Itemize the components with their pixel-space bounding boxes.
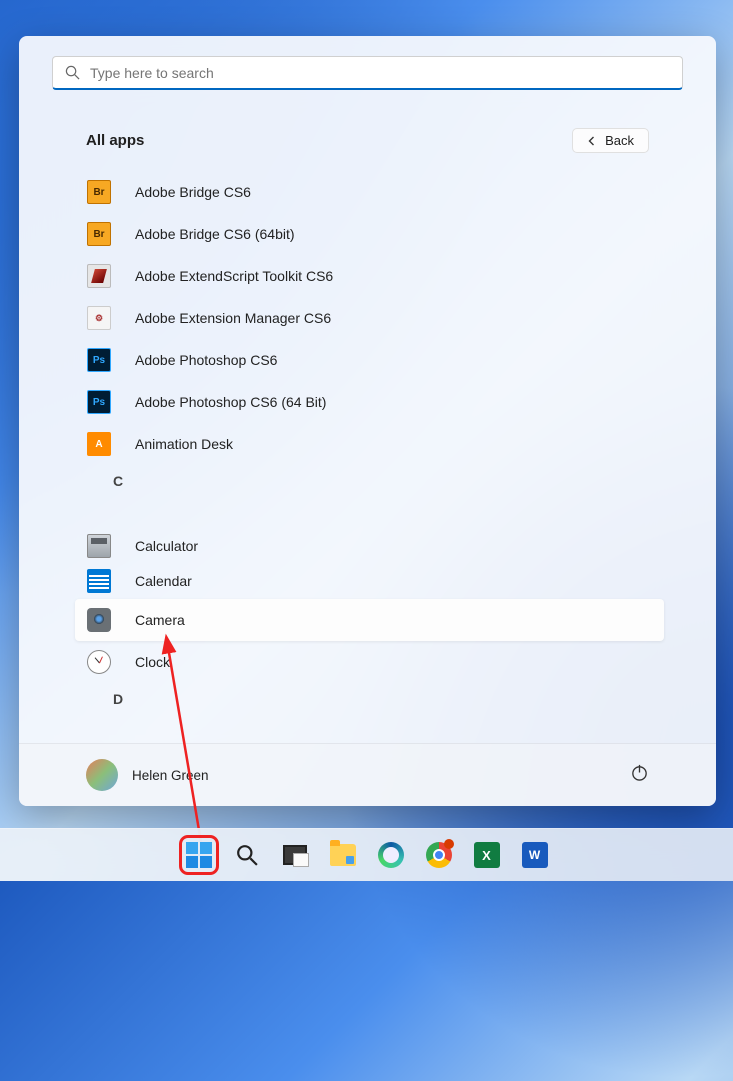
taskbar-edge-button[interactable] — [376, 840, 406, 870]
app-animation-desk[interactable]: A Animation Desk — [75, 423, 664, 465]
taskbar: X W — [0, 828, 733, 881]
chrome-icon — [426, 842, 452, 868]
task-view-icon — [283, 845, 307, 865]
search-container — [19, 36, 716, 90]
app-extendscript[interactable]: Adobe ExtendScript Toolkit CS6 — [75, 255, 664, 297]
windows-logo-icon — [186, 842, 212, 868]
adobe-bridge-icon: Br — [87, 180, 111, 204]
photoshop-icon: Ps — [87, 348, 111, 372]
app-adobe-bridge[interactable]: Br Adobe Bridge CS6 — [75, 171, 664, 213]
search-input[interactable] — [90, 65, 670, 81]
all-apps-title: All apps — [86, 132, 144, 149]
apps-list[interactable]: Br Adobe Bridge CS6 Br Adobe Bridge CS6 … — [19, 171, 716, 743]
back-button[interactable]: Back — [572, 128, 649, 153]
word-icon: W — [522, 842, 548, 868]
user-name-label: Helen Green — [132, 768, 209, 783]
all-apps-header: All apps Back — [19, 128, 716, 153]
camera-icon — [87, 608, 111, 632]
letter-separator-d[interactable]: D — [75, 683, 664, 715]
app-adobe-bridge-64[interactable]: Br Adobe Bridge CS6 (64bit) — [75, 213, 664, 255]
taskbar-start-button[interactable] — [184, 840, 214, 870]
extension-manager-icon: ⚙ — [87, 306, 111, 330]
app-extension-manager[interactable]: ⚙ Adobe Extension Manager CS6 — [75, 297, 664, 339]
start-footer: Helen Green — [19, 743, 716, 806]
calendar-icon — [87, 569, 111, 593]
adobe-bridge-icon: Br — [87, 222, 111, 246]
app-photoshop[interactable]: Ps Adobe Photoshop CS6 — [75, 339, 664, 381]
app-camera[interactable]: Camera — [75, 599, 664, 641]
start-menu-panel: All apps Back Br Adobe Bridge CS6 Br Ado… — [19, 36, 716, 806]
search-icon — [236, 844, 258, 866]
file-explorer-icon — [330, 844, 356, 866]
calculator-icon — [87, 534, 111, 558]
taskbar-task-view-button[interactable] — [280, 840, 310, 870]
extendscript-icon — [87, 264, 111, 288]
app-label: Adobe Photoshop CS6 (64 Bit) — [135, 394, 326, 410]
app-label: Camera — [135, 612, 185, 628]
user-account-button[interactable]: Helen Green — [86, 759, 209, 791]
search-box[interactable] — [52, 56, 683, 90]
avatar — [86, 759, 118, 791]
back-button-label: Back — [605, 133, 634, 148]
app-label: Adobe Photoshop CS6 — [135, 352, 277, 368]
excel-icon: X — [474, 842, 500, 868]
taskbar-excel-button[interactable]: X — [472, 840, 502, 870]
app-label: Adobe Extension Manager CS6 — [135, 310, 331, 326]
app-label: Calendar — [135, 573, 192, 589]
taskbar-chrome-button[interactable] — [424, 840, 454, 870]
app-calculator[interactable]: Calculator — [75, 525, 664, 567]
app-label: Adobe Bridge CS6 (64bit) — [135, 226, 295, 242]
taskbar-word-button[interactable]: W — [520, 840, 550, 870]
power-button[interactable] — [630, 763, 649, 787]
app-label: Animation Desk — [135, 436, 233, 452]
app-label: Calculator — [135, 538, 198, 554]
app-label: Adobe Bridge CS6 — [135, 184, 251, 200]
app-clock[interactable]: Clock — [75, 641, 664, 683]
taskbar-file-explorer-button[interactable] — [328, 840, 358, 870]
search-icon — [65, 65, 80, 80]
app-calendar[interactable]: Calendar — [75, 563, 664, 599]
app-photoshop-64[interactable]: Ps Adobe Photoshop CS6 (64 Bit) — [75, 381, 664, 423]
chevron-left-icon — [587, 136, 597, 146]
letter-separator-c[interactable]: C — [75, 465, 664, 497]
animation-desk-icon: A — [87, 432, 111, 456]
edge-icon — [378, 842, 404, 868]
app-label: Adobe ExtendScript Toolkit CS6 — [135, 268, 333, 284]
power-icon — [630, 763, 649, 782]
photoshop-icon: Ps — [87, 390, 111, 414]
clock-icon — [87, 650, 111, 674]
app-label: Clock — [135, 654, 170, 670]
taskbar-search-button[interactable] — [232, 840, 262, 870]
